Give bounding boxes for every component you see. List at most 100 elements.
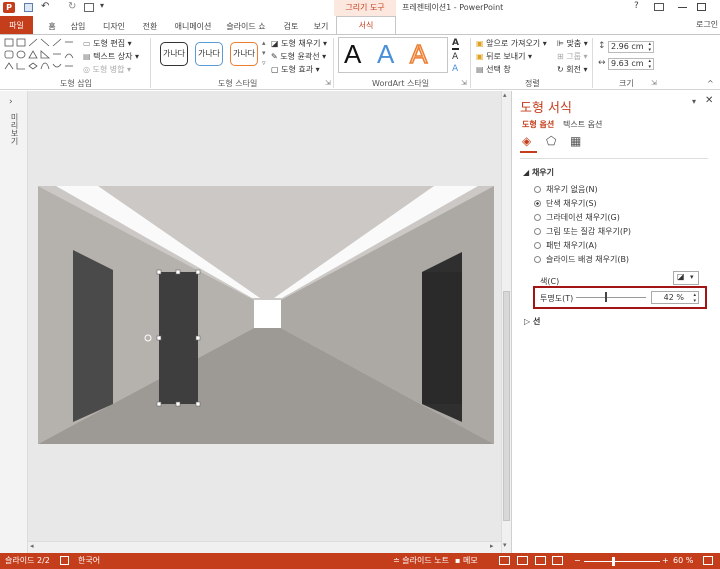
shape-outline-button[interactable]: ✎ 도형 윤곽선 ▾ (271, 51, 326, 62)
shape-style-2[interactable]: 가나다 (195, 42, 223, 66)
maximize-icon[interactable] (697, 3, 706, 11)
slide[interactable] (38, 186, 494, 444)
transparency-input[interactable]: 42 % ▴ ▾ (651, 291, 699, 304)
scroll-right-icon[interactable]: ▸ (490, 542, 494, 550)
radio-slide-background-fill[interactable]: 슬라이드 배경 채우기(B) (534, 254, 629, 265)
radio-icon[interactable] (534, 186, 541, 193)
shape-style-1[interactable]: 가나다 (160, 42, 188, 66)
radio-picture-fill[interactable]: 그림 또는 질감 채우기(P) (534, 226, 631, 237)
shape-effects-button[interactable]: ▢ 도형 효과 ▾ (271, 64, 320, 75)
tab-view[interactable]: 보기 (310, 19, 332, 35)
slide-sorter-icon[interactable] (517, 556, 528, 565)
quick-access-more-icon[interactable]: ▾ (100, 1, 104, 10)
merge-shapes-button[interactable]: ◎ 도형 병합 ▾ (83, 64, 131, 75)
close-icon[interactable]: ✕ (705, 95, 713, 106)
zoom-out-icon[interactable]: − (574, 553, 581, 569)
text-fill-icon[interactable]: A (452, 38, 459, 50)
spinner-icon[interactable]: ▴ ▾ (693, 292, 696, 304)
tab-insert[interactable]: 삽입 (66, 19, 90, 35)
send-backward-button[interactable]: ▣ 뒤로 보내기 ▾ (476, 51, 532, 62)
notes-button[interactable]: ≐ 슬라이드 노트 (393, 553, 449, 569)
wordart-style-3[interactable]: A (409, 38, 428, 70)
radio-pattern-fill[interactable]: 패턴 채우기(A) (534, 240, 597, 251)
line-section-header[interactable]: ▷ 선 (524, 316, 540, 327)
tab-animations[interactable]: 애니메이션 (170, 19, 216, 35)
language-indicator[interactable]: 한국어 (78, 553, 100, 569)
radio-selected-icon[interactable] (534, 200, 541, 207)
radio-solid-fill[interactable]: 단색 채우기(S) (534, 198, 597, 209)
shape-height-input[interactable]: 2.96 cm ▴ ▾ (608, 41, 654, 53)
thumbnails-label[interactable]: 미리보기 (8, 113, 20, 145)
tab-slideshow[interactable]: 슬라이드 쇼 (224, 19, 268, 35)
wordart-style-1[interactable]: A (344, 39, 361, 69)
fill-color-button[interactable]: ◪ ▾ (673, 271, 699, 285)
effects-pentagon-icon[interactable]: ⬠ (546, 134, 556, 148)
fill-section-header[interactable]: ◢ 채우기 (523, 167, 554, 178)
help-icon[interactable]: ? (634, 1, 639, 11)
tab-review[interactable]: 검토 (280, 19, 302, 35)
tab-shape-options[interactable]: 도형 옵션 (522, 119, 554, 130)
scroll-down-icon[interactable]: ▾ (503, 541, 507, 549)
pane-options-dropdown-icon[interactable]: ▾ (692, 97, 696, 106)
radio-icon[interactable] (534, 214, 541, 221)
dialog-launcher-icon[interactable]: ⇲ (651, 79, 657, 87)
collapse-ribbon-icon[interactable]: ^ (707, 79, 714, 88)
tab-format[interactable]: 서식 (336, 16, 396, 35)
shapes-gallery[interactable] (3, 37, 83, 73)
text-outline-icon[interactable]: A (452, 52, 458, 62)
user-signin[interactable]: 로그인 (696, 19, 718, 30)
text-effects-icon[interactable]: A (452, 64, 458, 74)
slideshow-from-start-icon[interactable] (84, 3, 94, 12)
text-box-button[interactable]: ▤ 텍스트 상자 ▾ (83, 51, 139, 62)
radio-no-fill[interactable]: 채우기 없음(N) (534, 184, 598, 195)
vertical-scrollbar[interactable]: ▴ ▾ (501, 91, 511, 553)
fit-slide-icon[interactable] (703, 556, 713, 565)
scroll-thumb[interactable] (503, 291, 510, 521)
tab-file[interactable]: 파일 (0, 16, 33, 35)
zoom-slider-thumb[interactable] (612, 557, 615, 566)
radio-gradient-fill[interactable]: 그라데이션 채우기(G) (534, 212, 620, 223)
tab-transitions[interactable]: 전환 (138, 19, 162, 35)
comments-button[interactable]: ▪ 메모 (455, 553, 478, 569)
shape-width-input[interactable]: 9.63 cm ▴ ▾ (608, 58, 654, 70)
radio-icon[interactable] (534, 242, 541, 249)
shape-fill-button[interactable]: ◪ 도형 채우기 ▾ (271, 38, 327, 49)
zoom-in-icon[interactable]: + (662, 553, 669, 569)
fill-line-icon[interactable]: ◈ (522, 134, 531, 148)
rotate-button[interactable]: ↻ 회전 ▾ (557, 64, 588, 75)
styles-scroll-icon[interactable]: ▴ ▾ ▿ (262, 38, 266, 68)
transparency-slider[interactable] (576, 297, 646, 298)
spelling-icon[interactable] (60, 556, 69, 565)
slide-counter[interactable]: 슬라이드 2/2 (5, 553, 50, 569)
shape-style-3[interactable]: 가나다 (230, 42, 258, 66)
align-button[interactable]: ⊫ 맞춤 ▾ (557, 38, 588, 49)
reading-view-icon[interactable] (535, 556, 546, 565)
ribbon-display-icon[interactable] (654, 3, 664, 11)
minimize-icon[interactable] (678, 7, 687, 8)
size-properties-icon[interactable]: ▦ (570, 134, 581, 148)
redo-icon[interactable]: ↻ (68, 1, 76, 12)
wordart-style-2[interactable]: A (377, 39, 394, 69)
slideshow-icon[interactable] (552, 556, 563, 565)
transparency-slider-thumb[interactable] (605, 292, 608, 302)
bring-forward-button[interactable]: ▣ 앞으로 가져오기 ▾ (476, 38, 547, 49)
scroll-up-icon[interactable]: ▴ (503, 91, 507, 99)
zoom-slider[interactable] (584, 561, 660, 562)
spinner-icon[interactable]: ▴ ▾ (648, 41, 651, 53)
radio-icon[interactable] (534, 228, 541, 235)
dialog-launcher-icon[interactable]: ⇲ (461, 79, 467, 87)
horizontal-scrollbar[interactable]: ◂ ▸ (28, 541, 501, 553)
spinner-icon[interactable]: ▴ ▾ (648, 58, 651, 70)
radio-icon[interactable] (534, 256, 541, 263)
zoom-level[interactable]: 60 % (673, 553, 693, 569)
dialog-launcher-icon[interactable]: ⇲ (325, 79, 331, 87)
normal-view-icon[interactable] (499, 556, 510, 565)
tab-design[interactable]: 디자인 (100, 19, 128, 35)
tab-home[interactable]: 홈 (42, 19, 62, 35)
save-icon[interactable] (24, 3, 33, 12)
selection-pane-button[interactable]: ▤ 선택 창 (476, 64, 511, 75)
expand-thumbnails-icon[interactable]: › (9, 97, 13, 107)
scroll-left-icon[interactable]: ◂ (30, 542, 34, 550)
edit-shape-button[interactable]: ▭ 도형 편집 ▾ (83, 38, 132, 49)
tab-text-options[interactable]: 텍스트 옵션 (563, 119, 602, 130)
